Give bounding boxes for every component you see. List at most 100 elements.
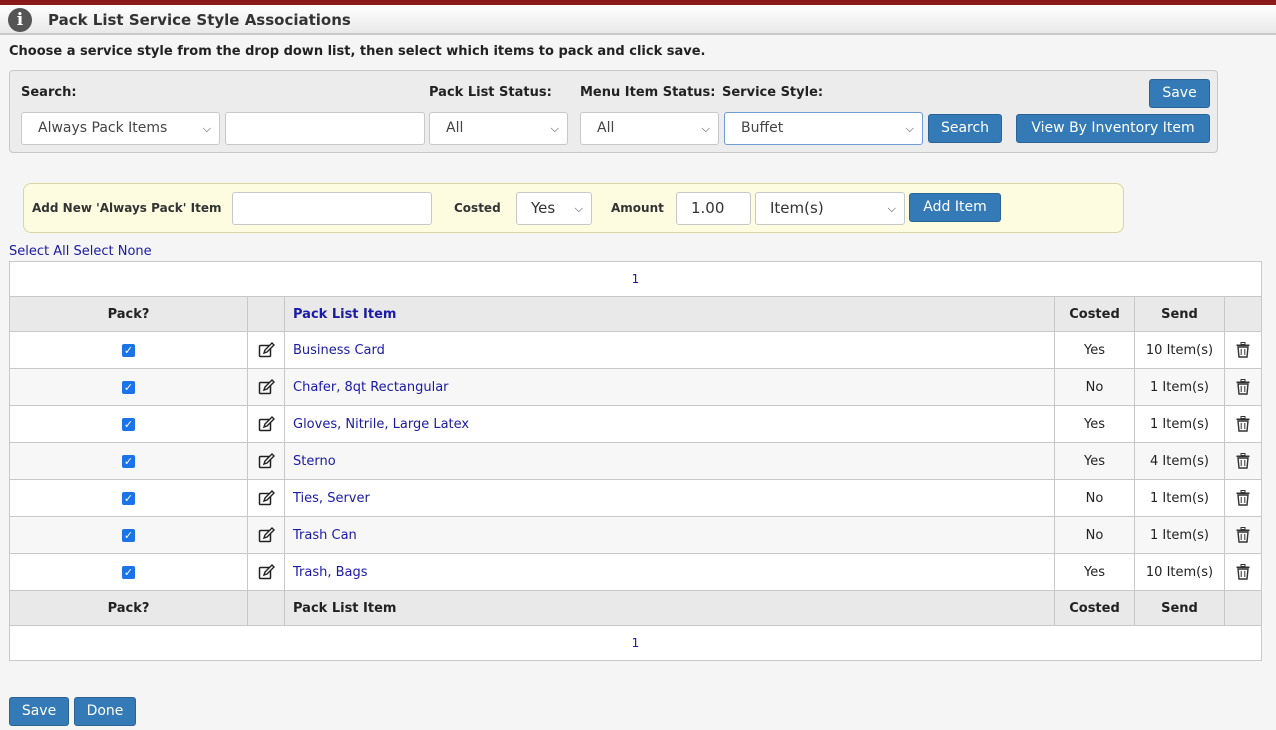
select-all-link[interactable]: Select All — [9, 244, 69, 259]
pack-checkbox[interactable]: ✓ — [122, 380, 135, 394]
trash-icon[interactable] — [1236, 342, 1250, 358]
item-link[interactable]: Business Card — [284, 331, 1055, 369]
chevron-down-icon: ⌵ — [202, 122, 211, 135]
save-button-bottom[interactable]: Save — [9, 697, 69, 726]
done-button[interactable]: Done — [74, 697, 136, 726]
edit-cell — [247, 516, 285, 554]
send-cell: 1 Item(s) — [1134, 405, 1225, 443]
header-costed: Costed — [1054, 296, 1135, 332]
edit-icon[interactable] — [258, 379, 275, 395]
trash-icon[interactable] — [1236, 379, 1250, 395]
chevron-down-icon: ⌵ — [574, 202, 583, 215]
table-row: ✓ Gloves, Nitrile, Large Latex Yes 1 Item(s… — [9, 405, 1262, 443]
pack-checkbox[interactable]: ✓ — [122, 454, 135, 468]
pack-checkbox[interactable]: ✓ — [122, 528, 135, 542]
costed-cell: No — [1054, 479, 1135, 517]
edit-icon[interactable] — [258, 453, 275, 469]
trash-icon[interactable] — [1236, 453, 1250, 469]
costed-label: Costed — [454, 201, 501, 215]
delete-cell — [1224, 442, 1262, 480]
edit-icon[interactable] — [258, 342, 275, 358]
item-link[interactable]: Trash, Bags — [284, 553, 1055, 591]
edit-icon[interactable] — [258, 416, 275, 432]
edit-icon[interactable] — [258, 564, 275, 580]
pager-top: 1 — [9, 261, 1262, 297]
search-type-value: Always Pack Items — [38, 120, 168, 136]
add-item-name-input[interactable] — [232, 192, 432, 225]
delete-cell — [1224, 516, 1262, 554]
footer-header-delete — [1224, 590, 1262, 626]
search-label: Search: — [21, 85, 77, 100]
footer-header-item: Pack List Item — [284, 590, 1055, 626]
trash-icon[interactable] — [1236, 490, 1250, 506]
pack-checkbox[interactable]: ✓ — [122, 565, 135, 579]
save-button-top[interactable]: Save — [1149, 79, 1210, 108]
search-button[interactable]: Search — [928, 114, 1002, 143]
delete-cell — [1224, 368, 1262, 406]
item-link[interactable]: Sterno — [284, 442, 1055, 480]
send-cell: 10 Item(s) — [1134, 331, 1225, 369]
pack-status-label: Pack List Status: — [429, 85, 552, 100]
costed-select[interactable]: Yes ⌵ — [516, 192, 592, 225]
header-edit — [247, 296, 285, 332]
costed-cell: Yes — [1054, 553, 1135, 591]
pack-cell: ✓ — [9, 553, 248, 591]
header-item-sort-link[interactable]: Pack List Item — [284, 296, 1055, 332]
info-icon[interactable]: i — [8, 8, 32, 32]
view-by-inventory-button[interactable]: View By Inventory Item — [1016, 114, 1210, 143]
trash-icon[interactable] — [1236, 564, 1250, 580]
menu-status-label: Menu Item Status: — [580, 85, 716, 100]
pack-cell: ✓ — [9, 368, 248, 406]
page-link[interactable]: 1 — [632, 636, 640, 650]
pack-cell: ✓ — [9, 405, 248, 443]
send-cell: 4 Item(s) — [1134, 442, 1225, 480]
send-cell: 10 Item(s) — [1134, 553, 1225, 591]
pack-checkbox[interactable]: ✓ — [122, 343, 135, 357]
service-style-select[interactable]: Buffet ⌵ — [724, 112, 923, 145]
edit-icon[interactable] — [258, 527, 275, 543]
item-link[interactable]: Gloves, Nitrile, Large Latex — [284, 405, 1055, 443]
edit-icon[interactable] — [258, 490, 275, 506]
table-row: ✓ Sterno Yes 4 Item(s) — [9, 442, 1262, 480]
footer-header-costed: Costed — [1054, 590, 1135, 626]
chevron-down-icon: ⌵ — [887, 202, 896, 215]
table-row: ✓ Chafer, 8qt Rectangular No 1 Item(s) — [9, 368, 1262, 406]
edit-cell — [247, 405, 285, 443]
footer-header-pack: Pack? — [9, 590, 248, 626]
pack-status-select[interactable]: All ⌵ — [429, 112, 568, 145]
select-none-link[interactable]: Select None — [74, 244, 152, 259]
add-item-button[interactable]: Add Item — [909, 193, 1001, 222]
service-style-label: Service Style: — [722, 85, 824, 100]
pack-checkbox[interactable]: ✓ — [122, 491, 135, 505]
search-type-select[interactable]: Always Pack Items ⌵ — [21, 112, 220, 145]
amount-label: Amount — [611, 201, 664, 215]
pack-cell: ✓ — [9, 516, 248, 554]
footer-header-send: Send — [1134, 590, 1225, 626]
table-row: ✓ Business Card Yes 10 Item(s) — [9, 331, 1262, 369]
menu-status-select[interactable]: All ⌵ — [580, 112, 719, 145]
title-bar: i Pack List Service Style Associations — [0, 5, 1276, 35]
add-item-label: Add New 'Always Pack' Item — [32, 201, 222, 215]
edit-cell — [247, 479, 285, 517]
footer-header-edit — [247, 590, 285, 626]
chevron-down-icon: ⌵ — [550, 122, 559, 135]
trash-icon[interactable] — [1236, 527, 1250, 543]
table-body: ✓ Business Card Yes 10 Item(s) ✓ Chafer, 8qt … — [9, 331, 1262, 591]
amount-input[interactable]: 1.00 — [676, 192, 751, 225]
pack-cell: ✓ — [9, 442, 248, 480]
unit-select[interactable]: Item(s) ⌵ — [755, 192, 905, 225]
chevron-down-icon: ⌵ — [905, 122, 914, 135]
service-style-value: Buffet — [741, 120, 784, 136]
page-link[interactable]: 1 — [632, 272, 640, 286]
pack-status-value: All — [446, 120, 464, 136]
table-row: ✓ Trash Can No 1 Item(s) — [9, 516, 1262, 554]
add-item-panel: Add New 'Always Pack' Item Costed Yes ⌵ … — [23, 183, 1124, 233]
item-link[interactable]: Chafer, 8qt Rectangular — [284, 368, 1055, 406]
delete-cell — [1224, 479, 1262, 517]
pack-checkbox[interactable]: ✓ — [122, 417, 135, 431]
trash-icon[interactable] — [1236, 416, 1250, 432]
item-link[interactable]: Trash Can — [284, 516, 1055, 554]
item-link[interactable]: Ties, Server — [284, 479, 1055, 517]
table-header-row: Pack? Pack List Item Costed Send — [9, 296, 1262, 332]
search-text-input[interactable] — [225, 112, 425, 145]
